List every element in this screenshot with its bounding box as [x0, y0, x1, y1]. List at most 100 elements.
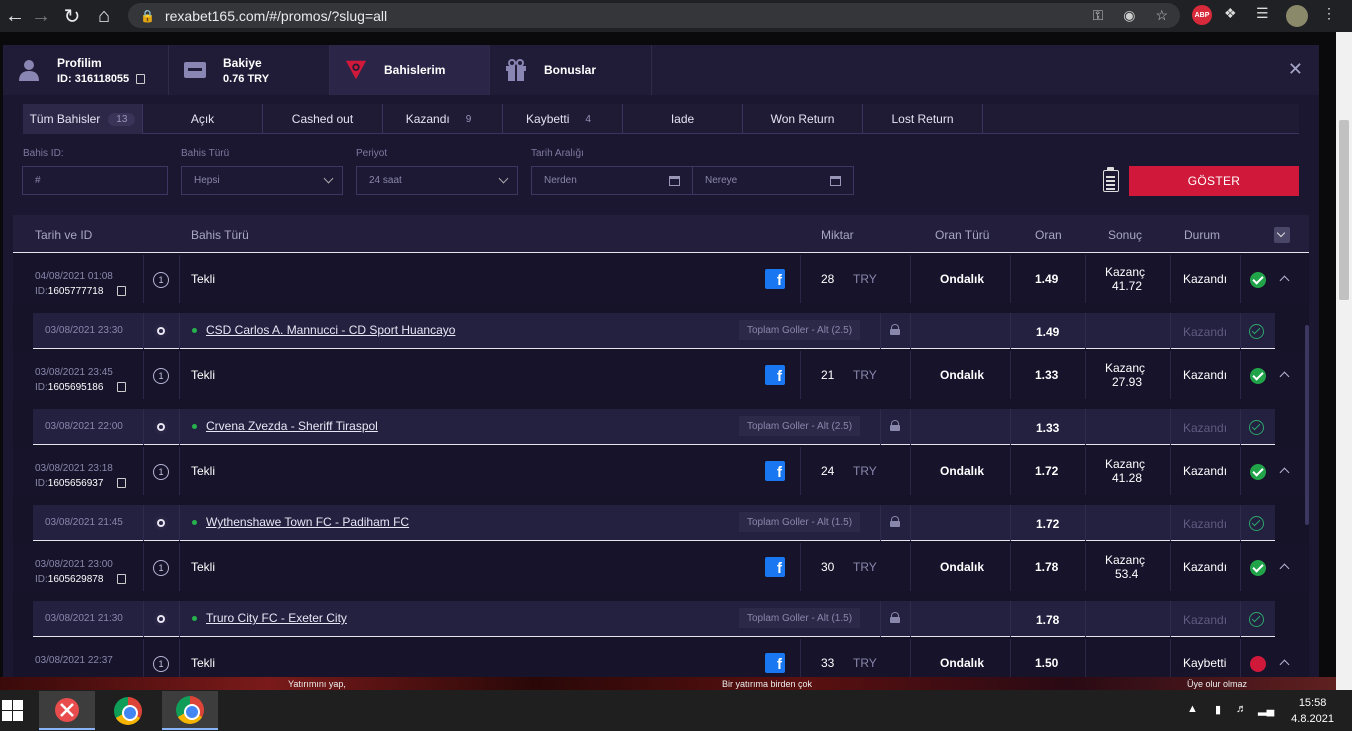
date-from-input[interactable]: Nerden — [531, 166, 693, 195]
filter-tab-won[interactable]: Kazandı 9 — [383, 104, 503, 134]
collapse-icon[interactable] — [1279, 467, 1290, 478]
table-row[interactable]: 03/08/2021 23:45 ID:1605695186 1 Tekli f… — [13, 351, 1309, 399]
show-button[interactable]: GÖSTER — [1129, 166, 1299, 196]
match-link[interactable]: Wythenshawe Town FC - Padiham FC — [206, 515, 409, 529]
bet-odds: 1.78 — [1035, 560, 1059, 574]
battery-icon[interactable]: ▮ — [1215, 703, 1221, 716]
bet-id-input[interactable]: # — [22, 166, 168, 195]
chrome-app[interactable] — [100, 691, 156, 730]
odds-type: Ondalık — [940, 368, 985, 382]
won-check-icon — [1250, 272, 1266, 288]
clipboard-icon[interactable] — [1103, 167, 1119, 192]
collapse-icon[interactable] — [1279, 371, 1290, 382]
menu-icon[interactable]: ⋮ — [1322, 5, 1336, 22]
profile-id: ID: 316118055 — [57, 72, 130, 85]
filter-tab-won-return[interactable]: Won Return — [743, 104, 863, 134]
expand-all-button[interactable] — [1274, 227, 1290, 243]
date-to-input[interactable]: Nereye — [692, 166, 854, 195]
facebook-share-icon[interactable]: f — [765, 557, 785, 577]
filter-tab-all[interactable]: Tüm Bahisler 13 — [23, 104, 143, 134]
filter-tab-open[interactable]: Açık — [143, 104, 263, 134]
table-row[interactable]: 04/08/2021 01:08 ID:1605777718 1 Tekli f… — [13, 255, 1309, 303]
filter-tab-lost[interactable]: Kaybetti 4 — [503, 104, 623, 134]
col-odds-type: Oran Türü — [935, 228, 990, 242]
facebook-share-icon[interactable]: f — [765, 365, 785, 385]
lock-icon: 🔒 — [140, 8, 155, 23]
facebook-share-icon[interactable]: f — [765, 269, 785, 289]
bet-id-label: ID: — [35, 478, 48, 489]
tracking-icon[interactable]: ◉ — [1123, 7, 1135, 24]
collapse-icon[interactable] — [1279, 563, 1290, 574]
balance-title: Bakiye — [223, 55, 262, 70]
selection-odds: 1.78 — [1036, 613, 1060, 627]
won-check-icon — [1250, 368, 1266, 384]
date-from-placeholder: Nerden — [544, 175, 577, 186]
result-value: 27.93 — [1112, 375, 1143, 389]
close-icon[interactable]: ✕ — [1288, 59, 1303, 80]
snipping-tool-app[interactable] — [39, 691, 95, 730]
page-scrollbar[interactable] — [1336, 32, 1352, 690]
match-link[interactable]: Crvena Zvezda - Sheriff Tiraspol — [206, 419, 378, 433]
copy-icon[interactable] — [117, 478, 127, 489]
collapse-icon[interactable] — [1279, 659, 1290, 670]
table-row[interactable]: 03/08/2021 23:00 ID:1605629878 1 Tekli f… — [13, 543, 1309, 591]
odds-type: Ondalık — [940, 272, 985, 286]
filter-tab-lost-return[interactable]: Lost Return — [863, 104, 983, 134]
promo-text: Yatırımını yap, — [288, 679, 346, 689]
facebook-share-icon[interactable]: f — [765, 461, 785, 481]
copy-icon[interactable] — [117, 574, 127, 585]
bet-date: 03/08/2021 23:45 — [35, 367, 113, 378]
facebook-share-icon[interactable]: f — [765, 653, 785, 673]
reload-icon[interactable]: ↻ — [57, 1, 87, 31]
avatar[interactable] — [1286, 5, 1308, 27]
table-row[interactable]: 03/08/2021 23:18 ID:1605656937 1 Tekli f… — [13, 447, 1309, 495]
adblock-icon[interactable]: ABP — [1192, 5, 1212, 25]
bet-id-label: ID: — [35, 286, 48, 297]
bet-date: 03/08/2021 23:18 — [35, 463, 113, 474]
filter-tab-cashed-out[interactable]: Cashed out — [263, 104, 383, 134]
chrome-app-active[interactable] — [162, 691, 218, 730]
system-clock[interactable]: 15:58 4.8.2021 — [1291, 695, 1334, 727]
table-scrollbar[interactable] — [1305, 325, 1309, 525]
filter-label: Kaybetti — [526, 112, 570, 126]
table-row[interactable]: 03/08/2021 22:37 1 Tekli f 33 TRY Ondalı… — [13, 639, 1309, 677]
copy-icon[interactable] — [117, 286, 127, 297]
period-select[interactable]: 24 saat — [356, 166, 518, 195]
calendar-icon[interactable] — [669, 176, 680, 186]
chevron-down-icon — [498, 173, 509, 184]
tray-chevron-icon[interactable]: ▲ — [1187, 703, 1198, 715]
volume-icon[interactable]: ♬ — [1236, 703, 1247, 715]
selection-row: 03/08/2021 21:30 Truro City FC - Exeter … — [33, 601, 1275, 637]
tab-profile[interactable]: Profilim ID: 316118055 — [3, 45, 169, 95]
star-icon[interactable]: ☆ — [1155, 7, 1168, 24]
browser-toolbar: ← → ↻ ⌂ 🔒 rexabet165.com/#/promos/?slug=… — [0, 0, 1352, 32]
tab-balance[interactable]: Bakiye 0.76 TRY — [169, 45, 330, 95]
extensions-icon[interactable]: ❖ — [1224, 5, 1237, 22]
market-label: Toplam Goller - Alt (2.5) — [739, 416, 861, 436]
collapse-icon[interactable] — [1279, 275, 1290, 286]
won-check-outline-icon — [1249, 324, 1264, 339]
match-link[interactable]: Truro City FC - Exeter City — [206, 611, 347, 625]
key-icon[interactable]: ⚿ — [1093, 7, 1104, 24]
bet-type-select[interactable]: Hepsi — [181, 166, 343, 195]
home-icon[interactable]: ⌂ — [89, 1, 119, 31]
copy-icon[interactable] — [136, 73, 146, 84]
copy-icon[interactable] — [117, 382, 127, 393]
tab-bonuses[interactable]: Bonuslar — [490, 45, 652, 95]
calendar-icon[interactable] — [830, 176, 841, 186]
bet-type-value: Hepsi — [194, 175, 220, 186]
bet-date: 03/08/2021 22:37 — [35, 655, 113, 666]
filter-tab-refund[interactable]: Iade — [623, 104, 743, 134]
bet-status: Kazandı — [1183, 272, 1228, 286]
media-icon[interactable]: ☰ — [1256, 5, 1269, 22]
match-link[interactable]: CSD Carlos A. Mannucci - CD Sport Huanca… — [206, 323, 455, 337]
address-bar[interactable]: 🔒 rexabet165.com/#/promos/?slug=all ⚿ ◉ … — [128, 3, 1180, 28]
forward-icon[interactable]: → — [26, 1, 56, 31]
result-value: 41.28 — [1112, 471, 1143, 485]
tab-my-bets[interactable]: Bahislerim — [330, 45, 490, 95]
lock-icon — [890, 612, 900, 623]
bet-odds: 1.50 — [1035, 656, 1059, 670]
network-icon[interactable]: ▂▄ — [1258, 703, 1274, 716]
bet-group: 03/08/2021 23:45 ID:1605695186 1 Tekli f… — [13, 351, 1309, 447]
windows-start-icon[interactable] — [2, 700, 24, 722]
